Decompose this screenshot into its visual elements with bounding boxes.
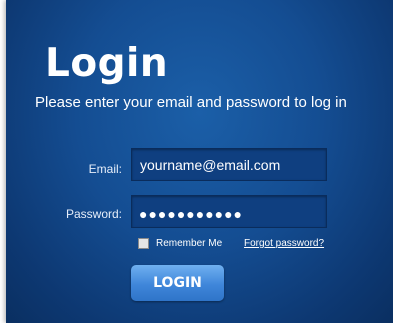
remember-me-label[interactable]: Remember Me — [156, 238, 222, 249]
remember-me-checkbox[interactable] — [138, 238, 149, 249]
login-panel: Login Please enter your email and passwo… — [6, 0, 393, 323]
page-title: Login — [45, 41, 169, 86]
login-button[interactable]: LOGIN — [131, 265, 224, 301]
login-instructions: Please enter your email and password to … — [35, 94, 347, 111]
password-label: Password: — [65, 207, 122, 221]
forgot-password-link[interactable]: Forgot password? — [244, 238, 324, 249]
email-field[interactable] — [131, 148, 327, 181]
email-label: Email: — [88, 162, 122, 176]
password-field[interactable] — [131, 195, 327, 228]
